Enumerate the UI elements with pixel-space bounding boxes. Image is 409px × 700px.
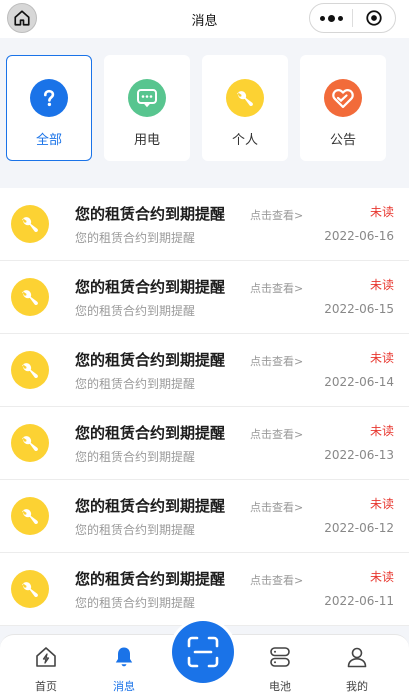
tab-announcement[interactable]: 公告: [300, 55, 386, 161]
tab-electricity[interactable]: 用电: [104, 55, 190, 161]
view-details-link[interactable]: 点击查看>: [250, 572, 303, 588]
unread-status: 未读: [369, 205, 394, 219]
unread-status: 未读: [369, 278, 394, 292]
close-mini-program-button[interactable]: [353, 9, 395, 27]
message-date: 2022-06-16: [324, 229, 394, 243]
message-list: 您的租赁合约到期提醒 点击查看> 您的租赁合约到期提醒 未读 2022-06-1…: [0, 188, 409, 626]
message-item[interactable]: 您的租赁合约到期提醒 点击查看> 您的租赁合约到期提醒 未读 2022-06-1…: [0, 188, 409, 261]
dot-icon: [337, 15, 343, 21]
nav-battery[interactable]: 电池: [250, 645, 310, 694]
scan-icon: [187, 636, 219, 668]
unread-status: 未读: [369, 424, 394, 438]
unread-status: 未读: [369, 351, 394, 365]
bell-icon: [115, 647, 133, 667]
message-item[interactable]: 您的租赁合约到期提醒 点击查看> 您的租赁合约到期提醒 未读 2022-06-1…: [0, 553, 409, 626]
message-date: 2022-06-15: [324, 302, 394, 316]
wrench-icon: [11, 570, 49, 608]
user-icon: [347, 647, 367, 668]
nav-messages[interactable]: 消息: [94, 645, 154, 694]
tab-personal[interactable]: 个人: [202, 55, 288, 161]
message-title: 您的租赁合约到期提醒: [75, 278, 226, 296]
message-subtitle: 您的租赁合约到期提醒: [75, 523, 196, 537]
message-item[interactable]: 您的租赁合约到期提醒 点击查看> 您的租赁合约到期提醒 未读 2022-06-1…: [0, 407, 409, 480]
nav-label: 电池: [269, 680, 291, 693]
wrench-icon: [11, 497, 49, 535]
message-title: 您的租赁合约到期提醒: [75, 424, 226, 442]
mini-program-capsule: [309, 3, 396, 33]
message-subtitle: 您的租赁合约到期提醒: [75, 596, 196, 610]
unread-status: 未读: [369, 570, 394, 584]
battery-icon: [270, 647, 290, 667]
wrench-icon: [11, 424, 49, 462]
scan-button[interactable]: [172, 621, 234, 683]
nav-label: 我的: [346, 680, 368, 693]
wrench-icon: [11, 351, 49, 389]
message-title: 您的租赁合约到期提醒: [75, 497, 226, 515]
message-item[interactable]: 您的租赁合约到期提醒 点击查看> 您的租赁合约到期提醒 未读 2022-06-1…: [0, 480, 409, 553]
tab-label: 公告: [329, 133, 356, 148]
dot-icon: [319, 15, 325, 21]
home-bolt-icon: [36, 647, 56, 667]
message-date: 2022-06-14: [324, 375, 394, 389]
message-subtitle: 您的租赁合约到期提醒: [75, 304, 196, 318]
question-icon: [30, 79, 68, 117]
nav-label: 首页: [35, 680, 57, 693]
view-details-link[interactable]: 点击查看>: [250, 426, 303, 442]
heart-icon: [324, 79, 362, 117]
tab-label: 个人: [231, 133, 258, 148]
message-subtitle: 您的租赁合约到期提醒: [75, 450, 196, 464]
view-details-link[interactable]: 点击查看>: [250, 353, 303, 369]
tab-label: 用电: [133, 133, 160, 148]
view-details-link[interactable]: 点击查看>: [250, 207, 303, 223]
message-item[interactable]: 您的租赁合约到期提醒 点击查看> 您的租赁合约到期提醒 未读 2022-06-1…: [0, 261, 409, 334]
message-title: 您的租赁合约到期提醒: [75, 570, 226, 588]
message-date: 2022-06-13: [324, 448, 394, 462]
dot-icon: [327, 14, 335, 22]
wrench-icon: [11, 278, 49, 316]
nav-home[interactable]: 首页: [16, 645, 76, 694]
message-date: 2022-06-12: [324, 521, 394, 535]
wrench-icon: [226, 79, 264, 117]
message-date: 2022-06-11: [324, 594, 394, 608]
message-title: 您的租赁合约到期提醒: [75, 351, 226, 369]
message-item[interactable]: 您的租赁合约到期提醒 点击查看> 您的租赁合约到期提醒 未读 2022-06-1…: [0, 334, 409, 407]
view-details-link[interactable]: 点击查看>: [250, 499, 303, 515]
message-subtitle: 您的租赁合约到期提醒: [75, 231, 196, 245]
tab-all[interactable]: 全部: [6, 55, 92, 161]
category-tabs: 全部 用电 个人 公告: [0, 40, 409, 188]
bottom-nav: 首页 消息 电池 我的: [0, 621, 409, 700]
nav-mine[interactable]: 我的: [327, 645, 387, 694]
wrench-icon: [11, 205, 49, 243]
view-details-link[interactable]: 点击查看>: [250, 280, 303, 296]
more-button[interactable]: [310, 14, 352, 22]
target-icon: [366, 10, 382, 26]
message-title: 您的租赁合约到期提醒: [75, 205, 226, 223]
message-subtitle: 您的租赁合约到期提醒: [75, 377, 196, 391]
unread-status: 未读: [369, 497, 394, 511]
top-bar: 消息: [0, 0, 409, 38]
tab-label: 全部: [35, 133, 62, 148]
nav-label: 消息: [113, 680, 135, 693]
chat-icon: [128, 79, 166, 117]
